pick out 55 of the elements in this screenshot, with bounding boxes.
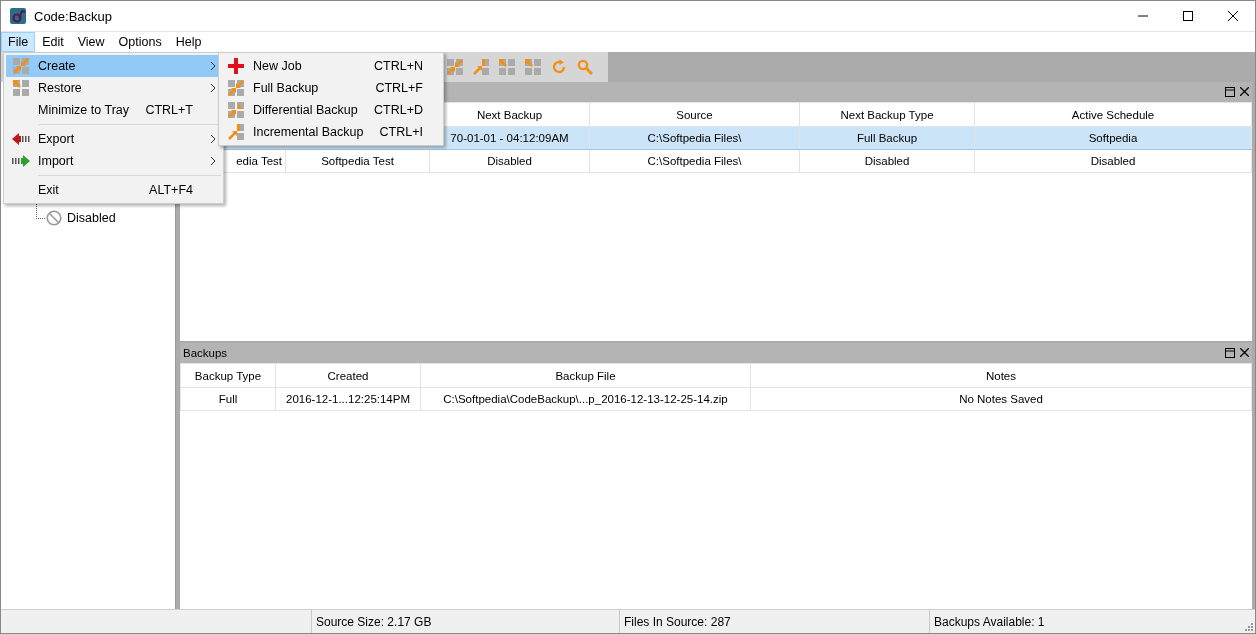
column-header[interactable]: Backup Type xyxy=(180,363,276,388)
restore-icon xyxy=(1225,87,1235,97)
column-header[interactable]: Backup File xyxy=(420,363,751,388)
table-cell: C:\Softpedia Files\ xyxy=(589,126,800,150)
column-header[interactable]: Source xyxy=(589,102,800,127)
tree-item[interactable]: Disabled xyxy=(67,211,116,225)
panel-title: Backups xyxy=(183,347,229,359)
table-cell: C:\Softpedia\CodeBackup\...p_2016-12-13-12-25-14.zip xyxy=(420,387,751,411)
squares-icon xyxy=(13,80,29,96)
menu-item[interactable]: Exit ALT+F4 xyxy=(6,179,221,201)
menu-item[interactable]: Restore xyxy=(6,77,221,99)
table-cell: Disabled xyxy=(799,149,975,173)
refresh-icon[interactable] xyxy=(551,59,567,75)
menu-item[interactable]: Create xyxy=(6,55,221,77)
resize-grip-icon xyxy=(1243,621,1253,631)
column-header[interactable]: Notes xyxy=(750,363,1252,388)
restore-icon xyxy=(1225,348,1235,358)
menu-bar-item[interactable]: File xyxy=(1,32,36,52)
app-logo-icon xyxy=(10,8,26,24)
column-header[interactable]: Next Backup Type xyxy=(799,102,975,127)
table-cell: Disabled xyxy=(429,149,590,173)
close-icon xyxy=(1240,348,1249,357)
status-text: Files In Source: 287 xyxy=(619,610,929,633)
maximize-icon xyxy=(1182,11,1193,21)
status-text: Backups Available: 1 xyxy=(929,610,1243,633)
column-header[interactable]: Created xyxy=(275,363,421,388)
plus-icon xyxy=(228,58,244,74)
table-cell: 2016-12-1...12:25:14PM xyxy=(275,387,421,411)
table-cell: C:\Softpedia Files\ xyxy=(589,149,800,173)
squares-icon[interactable] xyxy=(473,59,489,75)
search-icon[interactable] xyxy=(577,59,593,75)
no-entry-icon xyxy=(46,210,62,226)
status-text: Source Size: 2.17 GB xyxy=(311,610,619,633)
arrow-right-icon xyxy=(12,155,30,167)
close-icon xyxy=(1240,87,1249,96)
column-header[interactable]: Active Schedule xyxy=(974,102,1252,127)
menu-item[interactable]: Minimize to Tray CTRL+T xyxy=(6,99,221,121)
squares-icon xyxy=(228,80,244,96)
menu-bar-item[interactable]: Edit xyxy=(35,32,71,52)
menu-bar-item[interactable]: Options xyxy=(111,32,169,52)
menu-item[interactable]: New Job CTRL+N xyxy=(221,55,441,77)
arrow-left-icon xyxy=(12,133,30,145)
window-title: Code:Backup xyxy=(34,8,113,24)
menu-item[interactable]: Full Backup CTRL+F xyxy=(221,77,441,99)
table-cell: Full xyxy=(180,387,276,411)
table-cell: Softpedia xyxy=(974,126,1252,150)
squares-icon xyxy=(228,102,244,118)
squares-icon xyxy=(228,124,244,140)
menu-bar-item[interactable]: View xyxy=(70,32,112,52)
table-cell: No Notes Saved xyxy=(750,387,1252,411)
table-cell: Disabled xyxy=(974,149,1252,173)
menu-bar-item[interactable]: Help xyxy=(168,32,209,52)
table-cell: Softpedia Test xyxy=(285,149,430,173)
close-icon xyxy=(1227,11,1238,21)
table-cell: Full Backup xyxy=(799,126,975,150)
